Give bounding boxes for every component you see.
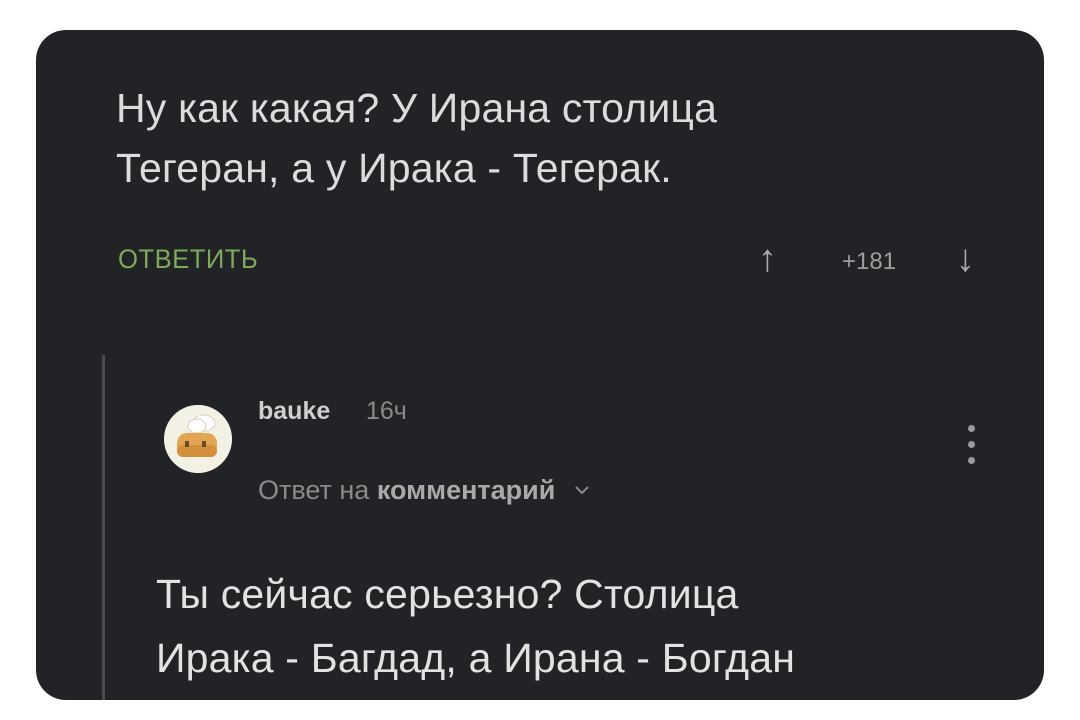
thread-line[interactable] <box>102 355 105 700</box>
comment-card: Ну как какая? У Ирана столица Тегеран, а… <box>36 30 1044 700</box>
arrow-down-icon[interactable]: ↓ <box>956 238 975 281</box>
avatar-chef-icon <box>164 405 232 473</box>
reply-text: Ты сейчас серьезно? Столица Ирака - Багд… <box>156 571 796 681</box>
timestamp: 16ч <box>366 397 407 425</box>
avatar[interactable] <box>164 405 232 473</box>
vote-score: +181 <box>842 248 897 275</box>
comment-text: Ну как какая? У Ирана столица Тегеран, а… <box>116 85 718 191</box>
chevron-down-icon[interactable] <box>575 471 589 502</box>
reply-context: Ответ на комментарий <box>258 471 589 506</box>
username[interactable]: bauke <box>258 397 330 426</box>
reply-context-link[interactable]: комментарий <box>377 475 556 505</box>
arrow-up-icon[interactable]: ↑ <box>758 238 777 281</box>
reply-button[interactable]: ОТВЕТИТЬ <box>118 244 258 275</box>
more-vertical-icon[interactable] <box>964 425 978 471</box>
reply-context-prefix: Ответ на <box>258 475 370 505</box>
